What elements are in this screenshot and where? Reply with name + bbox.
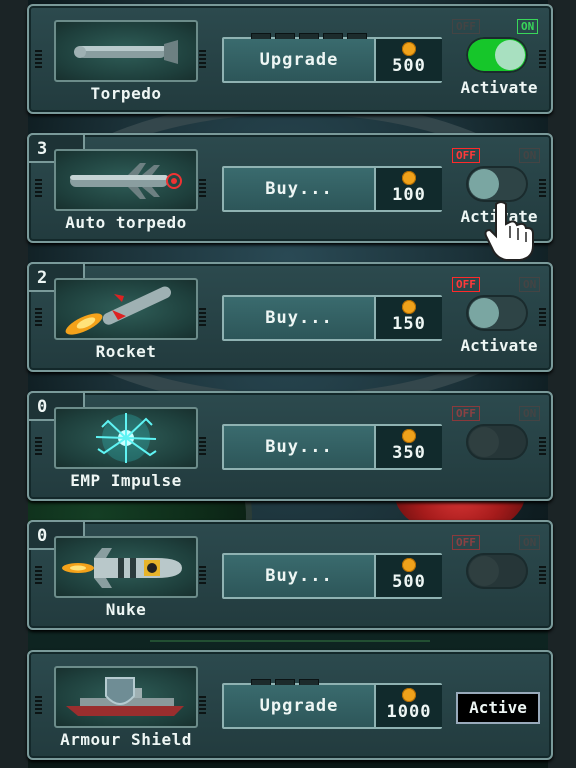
coin-icon	[402, 300, 416, 314]
coin-icon	[402, 42, 416, 56]
on-tag: ON	[517, 19, 539, 34]
left-frame	[0, 0, 28, 768]
weapon-card-nuke: 0 Nuke Buy... 500 OFF ON	[27, 520, 553, 630]
buy-button[interactable]: Buy... 100	[222, 166, 442, 212]
emp-icon	[54, 407, 198, 469]
price-box: 350	[374, 426, 442, 468]
auto-torpedo-icon	[54, 149, 198, 211]
price-box: 1000	[374, 685, 442, 727]
activate-toggle[interactable]	[466, 37, 528, 73]
price-amount: 350	[392, 443, 426, 463]
activate-toggle[interactable]	[466, 424, 528, 460]
buy-button[interactable]: Buy... 350	[222, 424, 442, 470]
grip-right	[539, 50, 546, 68]
grip-left	[35, 696, 42, 714]
hand-pointer-icon	[484, 200, 534, 262]
weapon-card-torpedo: Torpedo Upgrade 500 OFF ON Activate	[27, 4, 553, 114]
item-name: Nuke	[105, 600, 147, 619]
grip-right	[539, 437, 546, 455]
grip-mid	[199, 50, 206, 68]
item-name: EMP Impulse	[70, 471, 182, 490]
item-name: Torpedo	[90, 84, 162, 103]
price-amount: 500	[392, 56, 426, 76]
item-name: Armour Shield	[60, 730, 192, 749]
buy-button-label: Buy...	[224, 297, 374, 339]
off-tag: OFF	[452, 535, 480, 550]
weapon-card-auto-torpedo: 3 Auto torpedo Buy... 100 OFF ON Activat…	[27, 133, 553, 243]
grip-right	[539, 566, 546, 584]
activate-label: Activate	[460, 336, 538, 355]
grip-left	[35, 566, 42, 584]
buy-button-label: Upgrade	[224, 685, 374, 727]
price-box: 500	[374, 39, 442, 81]
weapon-card-emp: 0 EMP Impulse Buy... 350 OFF ON	[27, 391, 553, 501]
off-tag: OFF	[452, 148, 480, 163]
coin-icon	[402, 171, 416, 185]
floor-line	[150, 640, 430, 642]
rocket-icon	[54, 278, 198, 340]
grip-mid	[199, 696, 206, 714]
grip-mid	[199, 566, 206, 584]
price-amount: 1000	[386, 702, 432, 722]
grip-mid	[199, 308, 206, 326]
grip-left	[35, 179, 42, 197]
price-amount: 150	[392, 314, 426, 334]
price-amount: 500	[392, 572, 426, 592]
off-tag: OFF	[452, 406, 480, 421]
coin-icon	[402, 688, 416, 702]
upgrade-button[interactable]: Upgrade 500	[222, 33, 442, 83]
weapon-card-rocket: 2 Rocket Buy... 150 OFF ON Activate	[27, 262, 553, 372]
coin-icon	[402, 429, 416, 443]
item-name: Auto torpedo	[65, 213, 187, 232]
activate-toggle[interactable]	[466, 166, 528, 202]
activate-toggle[interactable]	[466, 295, 528, 331]
on-tag: ON	[519, 148, 541, 163]
buy-button[interactable]: Buy... 500	[222, 553, 442, 599]
item-name: Rocket	[95, 342, 157, 361]
buy-button-label: Buy...	[224, 426, 374, 468]
price-amount: 100	[392, 185, 426, 205]
grip-left	[35, 308, 42, 326]
torpedo-icon	[54, 20, 198, 82]
on-tag: ON	[519, 406, 541, 421]
price-box: 500	[374, 555, 442, 597]
off-tag: OFF	[452, 277, 480, 292]
coin-icon	[402, 558, 416, 572]
buy-button[interactable]: Buy... 150	[222, 295, 442, 341]
grip-right	[539, 179, 546, 197]
on-tag: ON	[519, 535, 541, 550]
activate-toggle[interactable]	[466, 553, 528, 589]
buy-button-label: Buy...	[224, 555, 374, 597]
buy-button-label: Upgrade	[224, 39, 374, 81]
grip-left	[35, 50, 42, 68]
activate-label: Activate	[460, 78, 538, 97]
nuke-icon	[54, 536, 198, 598]
upgrade-button[interactable]: Upgrade 1000	[222, 679, 442, 729]
active-status-badge: Active	[456, 692, 540, 724]
grip-mid	[199, 179, 206, 197]
grip-left	[35, 437, 42, 455]
shield-ship-icon	[54, 666, 198, 728]
on-tag: ON	[519, 277, 541, 292]
grip-right	[539, 308, 546, 326]
buy-button-label: Buy...	[224, 168, 374, 210]
price-box: 150	[374, 297, 442, 339]
off-tag: OFF	[452, 19, 480, 34]
weapon-card-armour-shield: Armour Shield Upgrade 1000 Active	[27, 650, 553, 760]
grip-mid	[199, 437, 206, 455]
price-box: 100	[374, 168, 442, 210]
